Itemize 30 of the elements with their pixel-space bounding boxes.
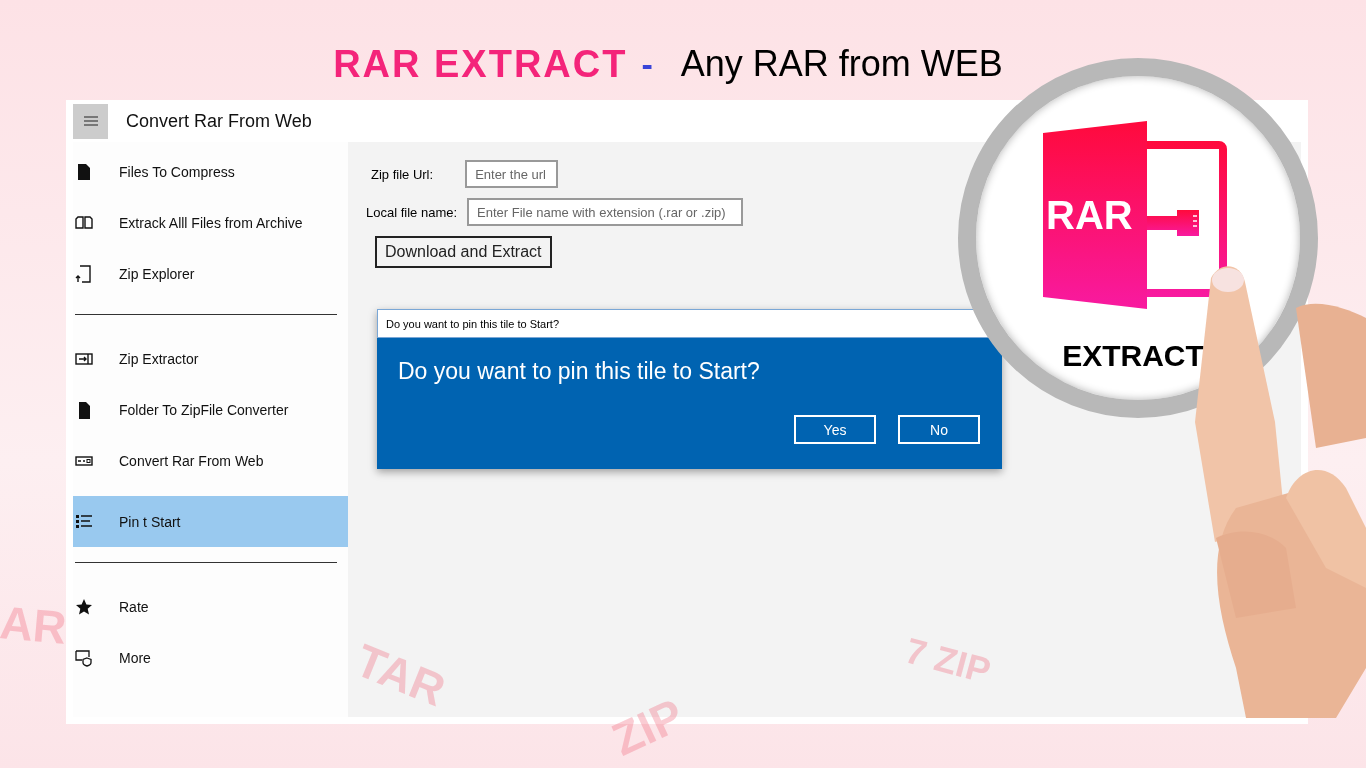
dialog-button[interactable]: Yes xyxy=(794,415,876,444)
sidebar-item[interactable]: Zip Extractor xyxy=(73,333,348,384)
download-button[interactable]: Download and Extract xyxy=(375,236,552,268)
logo-caption: EXTRACT xyxy=(1062,339,1204,373)
sidebar-item[interactable]: Folder To ZipFile Converter xyxy=(73,384,348,435)
file-icon xyxy=(75,162,93,181)
field-label: Zip file Url: xyxy=(371,166,434,182)
sidebar-item[interactable]: Zip Explorer xyxy=(73,248,348,299)
banner-subtitle: Any RAR from WEB xyxy=(680,43,1003,85)
star-icon xyxy=(75,597,93,616)
menu-button[interactable] xyxy=(73,103,108,139)
sidebar-item[interactable]: Pin t Start xyxy=(73,496,348,547)
input-field[interactable]: Enter File name with extension (.rar or .zip) xyxy=(467,198,744,226)
sidebar-item[interactable]: More xyxy=(73,632,348,683)
logo-rar-text: RAR xyxy=(1046,193,1133,238)
menu-icon xyxy=(83,116,98,126)
shield-monitor-icon xyxy=(75,648,93,667)
sidebar-item[interactable]: Files To Compress xyxy=(73,146,348,197)
sidebar-item[interactable]: Convert Rar From Web xyxy=(73,435,348,486)
window-title: Convert Rar From Web xyxy=(126,110,312,132)
dialog-message: Do you want to pin this tile to Start? xyxy=(398,358,761,385)
banner-title: RAR EXTRACT xyxy=(333,42,628,86)
banner-dash: - xyxy=(641,44,653,84)
dialog-button[interactable]: No xyxy=(898,415,980,444)
book-icon xyxy=(75,213,93,232)
sidebar-item[interactable]: Rate xyxy=(73,581,348,632)
input-field[interactable]: Enter the url xyxy=(465,160,559,188)
field-label: Local file name: xyxy=(366,204,458,220)
sidebar-item[interactable]: Extrack Alll Files from Archive xyxy=(73,197,348,248)
list-icon xyxy=(75,512,93,531)
